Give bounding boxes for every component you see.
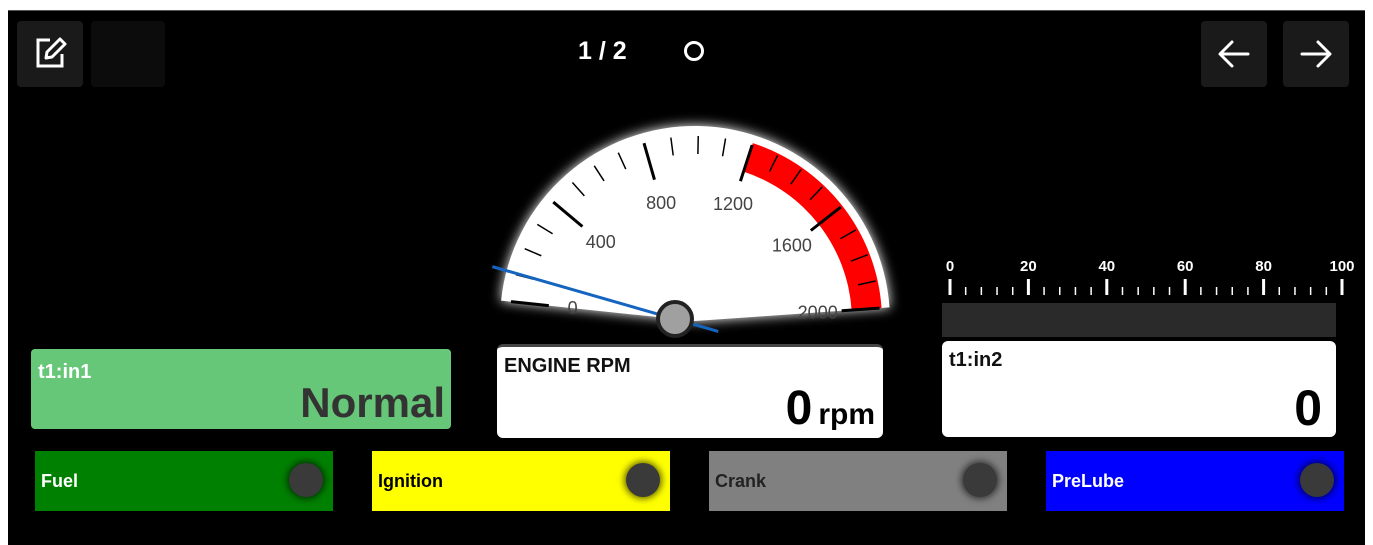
gauge-needle-hub [658, 302, 692, 336]
input-panel-t1-in2: t1:in2 0 [942, 341, 1336, 437]
dashboard-frame: 1 / 2 0400800120016002000 t1:in1 Normal … [8, 10, 1365, 545]
indicator-label: Fuel [41, 471, 78, 492]
fuel-indicator[interactable]: Fuel [35, 451, 333, 511]
panel-label: t1:in1 [38, 361, 91, 384]
panel-label: ENGINE RPM [504, 355, 631, 378]
bar-tick-label: 0 [946, 258, 954, 275]
indicator-lamp-icon [626, 463, 660, 497]
indicator-label: Ignition [378, 471, 443, 492]
next-page-button[interactable] [1283, 21, 1349, 87]
panel-value: 0 [1294, 379, 1322, 437]
bar-tick-label: 20 [1020, 258, 1037, 275]
gauge-tick-label: 1200 [713, 194, 753, 214]
bar-gauge-scale: 0 20 40 60 80 100 [934, 253, 1364, 303]
indicator-lamp-icon [963, 463, 997, 497]
input-panel-t1-in1: t1:in1 Normal [31, 349, 451, 429]
panel-label: t1:in2 [949, 349, 1002, 372]
gauge-tick-label: 1600 [772, 235, 812, 255]
prelube-indicator[interactable]: PreLube [1046, 451, 1344, 511]
toolbar-blank-slot [91, 21, 165, 87]
page-indicator: 1 / 2 [578, 37, 627, 66]
bar-tick-label: 80 [1255, 258, 1272, 275]
bar-tick-label: 100 [1329, 258, 1354, 275]
rpm-unit: rpm [818, 398, 875, 431]
ignition-indicator[interactable]: Ignition [372, 451, 670, 511]
rpm-readout: 0rpm [786, 381, 875, 436]
gauge-tick-label: 400 [586, 232, 616, 252]
indicator-label: Crank [715, 471, 766, 492]
engine-rpm-panel: ENGINE RPM 0rpm [497, 344, 883, 438]
previous-page-button[interactable] [1201, 21, 1267, 87]
edit-icon [30, 34, 70, 74]
panel-value: Normal [300, 379, 445, 427]
arrow-left-icon [1214, 34, 1254, 74]
indicator-lamp-icon [1300, 463, 1334, 497]
bar-tick-label: 60 [1177, 258, 1194, 275]
bar-gauge-track [942, 303, 1336, 337]
indicator-lamp-icon [289, 463, 323, 497]
engine-rpm-gauge: 0 400 800 1200 1600 2000 [478, 101, 918, 351]
edit-button[interactable] [17, 21, 83, 87]
crank-indicator[interactable]: Crank [709, 451, 1007, 511]
gauge-tick-label: 2000 [798, 302, 838, 322]
bar-tick-label: 40 [1098, 258, 1115, 275]
gauge-tick-label: 0 [568, 298, 578, 318]
arrow-right-icon [1296, 34, 1336, 74]
rpm-value: 0 [786, 382, 813, 435]
gauge-dial [501, 126, 889, 321]
gauge-tick-label: 800 [646, 193, 676, 213]
status-circle-icon [684, 41, 704, 61]
indicator-label: PreLube [1052, 471, 1124, 492]
